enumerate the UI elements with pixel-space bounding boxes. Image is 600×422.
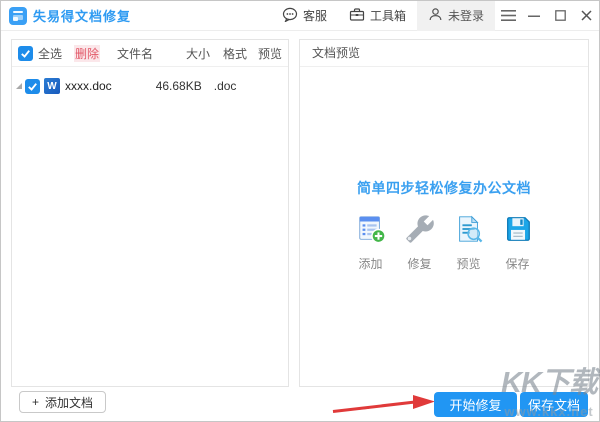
check-icon bbox=[21, 49, 30, 58]
minimize-button[interactable] bbox=[521, 1, 547, 31]
chat-bubble-icon bbox=[282, 7, 298, 25]
hamburger-menu-icon bbox=[500, 10, 516, 21]
login-status-button[interactable]: 未登录 bbox=[416, 0, 495, 31]
column-preview: 预览 bbox=[258, 46, 283, 61]
step-save-label: 保存 bbox=[505, 257, 530, 271]
preview-panel-title: 文档预览 bbox=[300, 40, 588, 67]
maximize-icon bbox=[554, 10, 566, 21]
file-format: .doc bbox=[213, 79, 237, 93]
word-file-icon: W bbox=[44, 78, 60, 94]
floppy-disk-icon bbox=[503, 214, 533, 249]
preview-magnifier-icon bbox=[454, 214, 484, 249]
preview-panel: 文档预览 简单四步轻松修复办公文档 添加 修复 预览 保存 bbox=[299, 39, 589, 387]
minimize-icon bbox=[528, 15, 540, 17]
file-size: 46.68KB bbox=[155, 79, 202, 93]
column-size: 大小 bbox=[186, 46, 211, 61]
add-document-label: 添加文档 bbox=[45, 395, 94, 410]
app-logo-icon bbox=[9, 6, 27, 25]
toolbox-label: 工具箱 bbox=[369, 9, 406, 23]
customer-service-label: 客服 bbox=[302, 9, 327, 23]
step-preview: 预览 bbox=[452, 214, 486, 272]
titlebar-left: 失易得文档修复 bbox=[9, 6, 131, 25]
user-icon bbox=[428, 7, 443, 25]
check-icon bbox=[28, 82, 37, 91]
step-add: 添加 bbox=[354, 214, 388, 272]
step-save: 保存 bbox=[501, 214, 535, 272]
save-document-button[interactable]: 保存文档 bbox=[520, 392, 588, 417]
column-format: 格式 bbox=[223, 46, 248, 61]
expand-triangle-icon[interactable] bbox=[16, 83, 22, 89]
step-preview-label: 预览 bbox=[456, 257, 481, 271]
steps-row: 添加 修复 预览 保存 bbox=[354, 214, 535, 272]
select-all-checkbox[interactable] bbox=[18, 45, 33, 61]
menu-button[interactable] bbox=[495, 1, 521, 31]
select-all-label[interactable]: 全选 bbox=[38, 45, 62, 62]
wrench-icon bbox=[405, 214, 435, 249]
toolbox-button[interactable]: 工具箱 bbox=[338, 1, 417, 31]
preview-placeholder: 简单四步轻松修复办公文档 添加 修复 预览 保存 bbox=[300, 178, 588, 272]
app-title: 失易得文档修复 bbox=[33, 9, 132, 24]
file-name: xxxx.doc bbox=[65, 79, 112, 93]
file-list-header: 全选 删除 文件名 大小 格式 预览 bbox=[12, 40, 288, 67]
titlebar-right: 客服 工具箱 未登录 bbox=[271, 0, 599, 31]
file-list-panel: 全选 删除 文件名 大小 格式 预览 W xxxx.doc 46.68KB .d… bbox=[11, 39, 289, 387]
step-repair-label: 修复 bbox=[407, 257, 432, 271]
login-status-label: 未登录 bbox=[447, 9, 484, 23]
delete-link[interactable]: 删除 bbox=[74, 44, 100, 62]
file-row[interactable]: W xxxx.doc 46.68KB .doc bbox=[12, 73, 288, 99]
titlebar: 失易得文档修复 客服 工具箱 未登录 bbox=[1, 0, 599, 31]
column-filename: 文件名 bbox=[117, 46, 154, 61]
step-repair: 修复 bbox=[403, 214, 437, 272]
add-document-button[interactable]: + 添加文档 bbox=[19, 391, 107, 413]
app-window: 失易得文档修复 客服 工具箱 未登录 全选 删除 文件名 大小 格式 预览 W … bbox=[0, 0, 600, 422]
promo-message: 简单四步轻松修复办公文档 bbox=[357, 180, 531, 196]
toolbox-icon bbox=[349, 7, 365, 25]
plus-icon: + bbox=[32, 395, 40, 409]
step-add-label: 添加 bbox=[358, 257, 383, 271]
start-repair-button[interactable]: 开始修复 bbox=[434, 392, 517, 417]
customer-service-button[interactable]: 客服 bbox=[271, 1, 338, 31]
add-document-icon bbox=[356, 214, 386, 249]
maximize-button[interactable] bbox=[547, 1, 573, 31]
close-button[interactable] bbox=[573, 1, 599, 31]
close-icon bbox=[580, 10, 592, 21]
file-checkbox[interactable] bbox=[25, 78, 40, 94]
red-arrow-annotation bbox=[332, 395, 435, 413]
